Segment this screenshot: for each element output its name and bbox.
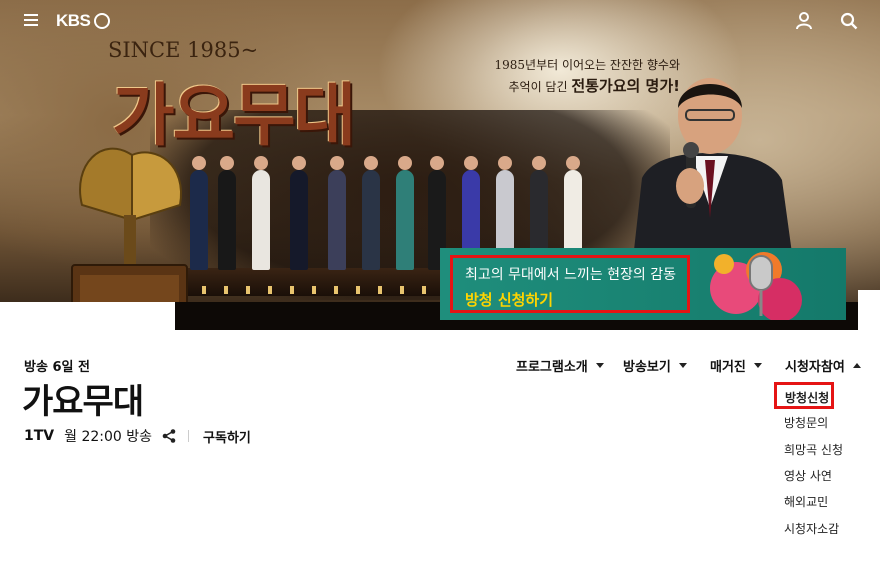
menu-icon[interactable] [24,14,38,26]
chevron-down-icon [753,363,762,368]
dropdown-item-audience-inquiry[interactable]: 방청문의 [784,414,828,431]
divider [188,430,190,442]
dropdown-item-overseas[interactable]: 해외교민 [784,493,828,510]
tagline-line2-prefix: 추억이 담긴 [508,80,572,94]
nav-item-label: 방송보기 [623,360,671,375]
subscribe-button[interactable]: 구독하기 [203,427,251,446]
kbs-logo[interactable]: KBS [56,11,111,31]
program-meta: 1TV 월 22:00 방송 구독하기 [24,426,251,446]
schedule-label: 월 22:00 방송 [64,429,153,445]
chevron-down-icon [595,363,604,368]
promo-line1: 최고의 무대에서 느끼는 현장의 감동 [465,267,676,283]
kbs-logo-text: KBS [56,11,91,30]
performer-figure [218,156,236,270]
program-navigation: 프로그램소개 방송보기 매거진 시청자참여 [0,356,880,376]
channel-label: 1TV [24,428,55,444]
audience-apply-banner[interactable]: 최고의 무대에서 느끼는 현장의 감동 방청 신청하기 [440,248,846,320]
performer-figure [290,156,308,270]
performer-figure [252,156,270,270]
audience-apply-highlight[interactable]: 최고의 무대에서 느끼는 현장의 감동 방청 신청하기 [450,255,690,313]
chevron-up-icon [852,363,861,368]
nav-item-watch[interactable]: 방송보기 [623,356,687,375]
performer-figure [396,156,414,270]
nav-item-label: 시청자참여 [785,360,845,375]
nav-item-magazine[interactable]: 매거진 [710,356,762,375]
dropdown-item-video-story[interactable]: 영상 사연 [784,467,832,484]
logo-title: 가요무대 [112,77,356,156]
nav-item-program-intro[interactable]: 프로그램소개 [516,356,604,375]
host-illustration [632,78,794,268]
performer-figure [362,156,380,270]
performer-figure [190,156,208,270]
hero-banner: SINCE 1985~ 가요무대 1985년부터 이어오는 잔잔한 향수와 추억… [0,0,880,330]
nav-item-viewer-participation[interactable]: 시청자참여 [785,356,861,375]
banner-edge [858,290,880,330]
promo-line2[interactable]: 방청 신청하기 [465,289,687,310]
chevron-down-icon [678,363,687,368]
nav-item-label: 프로그램소개 [516,360,588,375]
dropdown-item-viewer-comments[interactable]: 시청자소감 [784,520,839,537]
microphone-icon [710,252,802,320]
dropdown-item-audience-apply[interactable]: 방청신청 [774,382,834,409]
nav-item-label: 매거진 [710,360,746,375]
user-icon[interactable] [796,12,812,30]
page-title: 가요무대 [22,382,144,422]
kbs-logo-mark [94,13,111,29]
search-icon[interactable] [840,12,858,30]
banner-edge [0,302,175,330]
top-navigation: KBS [0,0,880,44]
dropdown-item-song-request[interactable]: 희망곡 신청 [784,441,843,458]
share-icon[interactable] [162,429,176,443]
performer-figure [328,156,346,270]
